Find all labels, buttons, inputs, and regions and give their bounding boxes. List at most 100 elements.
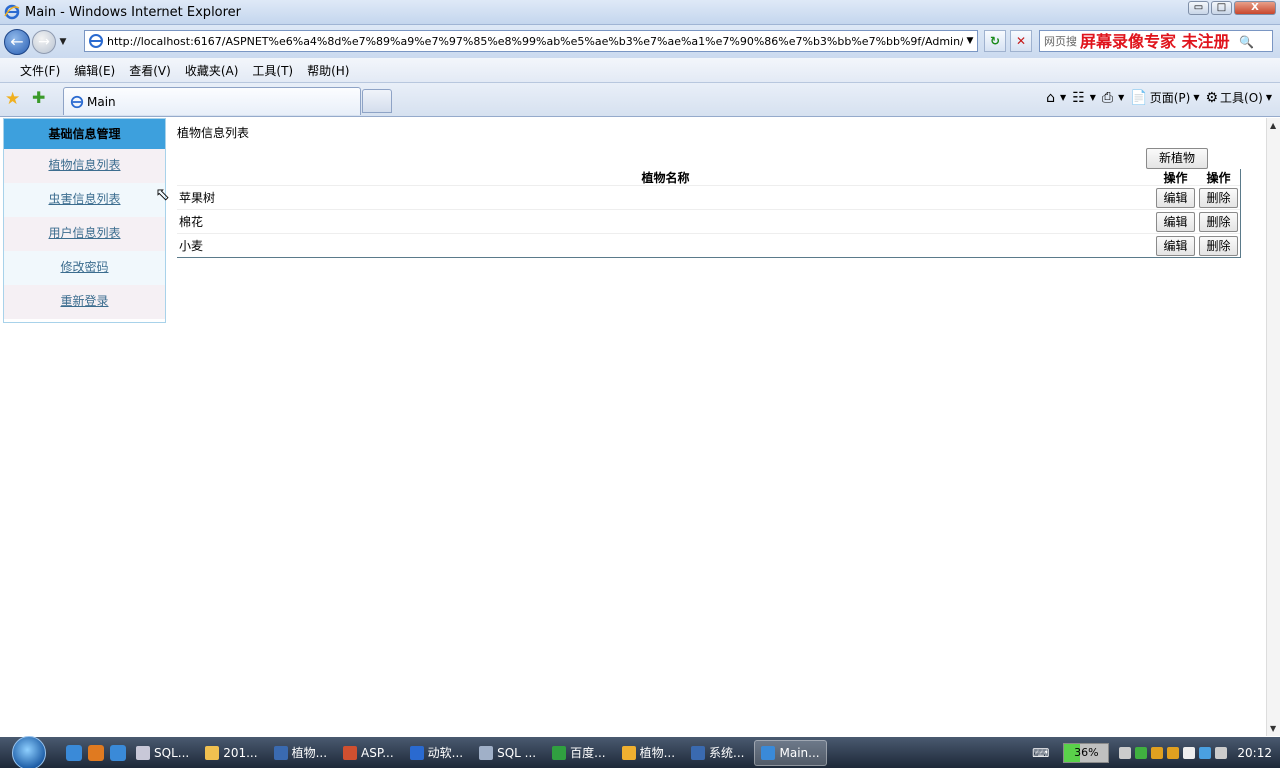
- taskbar-app-icon: [621, 745, 636, 760]
- taskbar-button-label: 百度...: [570, 746, 606, 760]
- window-titlebar: Main - Windows Internet Explorer ▭ □ X: [0, 0, 1280, 25]
- new-tab-button[interactable]: [362, 89, 392, 113]
- quick-ie-icon[interactable]: [66, 744, 82, 761]
- menu-help[interactable]: 帮助(H): [300, 62, 356, 79]
- tab-toolbar: ★ ✚ Main ⌂ ▼ ☷ ▼ ⎙ ▼ 📄 页面(P) ▼ ⚙ 工具(O) ▼: [0, 83, 1280, 117]
- table-row: 棉花 编辑 删除: [177, 209, 1240, 233]
- taskbar-button[interactable]: SQL...: [130, 740, 195, 766]
- taskbar-button-label: SQL ...: [497, 745, 537, 760]
- edit-button[interactable]: 编辑: [1156, 187, 1195, 208]
- start-button[interactable]: [12, 735, 46, 768]
- admin-sidebar: 基础信息管理 植物信息列表 虫害信息列表 用户信息列表 修改密码 重新登录: [3, 118, 166, 323]
- tab-label: Main: [87, 94, 116, 109]
- back-button[interactable]: ←: [4, 28, 30, 55]
- menu-tools[interactable]: 工具(T): [245, 62, 300, 79]
- refresh-button[interactable]: ↻: [984, 30, 1006, 52]
- maximize-button[interactable]: □: [1211, 1, 1232, 15]
- taskbar-button-label: 植物...: [291, 746, 328, 760]
- mouse-cursor-icon: ⬁: [155, 184, 171, 205]
- taskbar-button-label: 系统...: [709, 746, 745, 760]
- page-menu-button[interactable]: 📄 页面(P) ▼: [1130, 89, 1199, 106]
- add-favorite-icon[interactable]: ✚: [32, 88, 45, 107]
- favorites-star-icon[interactable]: ★: [5, 89, 20, 109]
- page-title: 植物信息列表: [177, 126, 250, 140]
- tab-main[interactable]: Main: [63, 87, 361, 115]
- ie-logo-icon: [4, 4, 20, 20]
- taskbar-button[interactable]: 201...: [199, 740, 263, 766]
- address-bar[interactable]: http://localhost:6167/ASPNET%e6%a4%8d%e7…: [84, 30, 978, 52]
- command-bar: ⌂ ▼ ☷ ▼ ⎙ ▼ 📄 页面(P) ▼ ⚙ 工具(O) ▼: [1046, 89, 1272, 106]
- print-button[interactable]: ⎙ ▼: [1102, 90, 1124, 106]
- vertical-scrollbar[interactable]: ▲ ▼: [1266, 118, 1280, 736]
- address-dropdown-icon[interactable]: ▼: [963, 36, 977, 46]
- quick-ie2-icon[interactable]: [110, 744, 126, 761]
- feeds-button[interactable]: ☷ ▼: [1072, 90, 1096, 106]
- page-menu-icon: 📄: [1130, 89, 1148, 106]
- taskbar-button-label: 动软...: [427, 746, 464, 760]
- tray-icon[interactable]: [1167, 746, 1180, 759]
- minimize-button[interactable]: ▭: [1188, 1, 1209, 15]
- stop-button[interactable]: ✕: [1010, 30, 1032, 52]
- taskbar-app-icon: [136, 745, 150, 760]
- tray-icons: [1119, 746, 1228, 759]
- sidebar-item-relogin: 重新登录: [4, 285, 165, 319]
- tray-icon[interactable]: [1183, 746, 1196, 759]
- taskbar-button-label: SQL...: [154, 745, 190, 760]
- edit-button[interactable]: 编辑: [1156, 211, 1195, 232]
- taskbar-app-icon: [343, 745, 358, 760]
- taskbar-app-icon: [761, 745, 776, 760]
- taskbar-button[interactable]: ASP...: [337, 740, 400, 766]
- menu-edit[interactable]: 编辑(E): [67, 62, 122, 79]
- taskbar-button-label: ASP...: [361, 745, 394, 760]
- forward-button[interactable]: →: [32, 29, 56, 54]
- tray-icon[interactable]: [1151, 746, 1164, 759]
- tray-icon[interactable]: [1199, 746, 1212, 759]
- taskbar-app-icon: [273, 745, 288, 760]
- taskbar-button[interactable]: 植物...: [268, 740, 333, 766]
- home-button[interactable]: ⌂ ▼: [1046, 90, 1066, 106]
- tray-icon[interactable]: [1215, 746, 1228, 759]
- delete-button[interactable]: 删除: [1199, 235, 1238, 256]
- menu-bar: 文件(F) 编辑(E) 查看(V) 收藏夹(A) 工具(T) 帮助(H): [0, 58, 1280, 83]
- sidebar-link-change-password[interactable]: 修改密码: [60, 260, 108, 274]
- gear-icon: ⚙: [1205, 89, 1219, 106]
- sidebar-link-pests[interactable]: 虫害信息列表: [48, 192, 120, 206]
- scroll-up-icon[interactable]: ▲: [1270, 121, 1276, 130]
- tray-icon[interactable]: [1119, 746, 1132, 759]
- tools-menu-button[interactable]: ⚙ 工具(O) ▼: [1205, 89, 1272, 106]
- taskbar-app-icon: [409, 745, 424, 760]
- sidebar-link-relogin[interactable]: 重新登录: [60, 294, 108, 308]
- taskbar-button[interactable]: SQL ...: [473, 740, 542, 766]
- tray-icon[interactable]: [1135, 746, 1148, 759]
- page-menu-label: 页面(P): [1149, 91, 1191, 105]
- menu-file[interactable]: 文件(F): [13, 62, 67, 79]
- plant-name: 小麦: [179, 239, 204, 253]
- taskbar-button[interactable]: 动软...: [404, 740, 469, 766]
- new-plant-button[interactable]: 新植物: [1146, 148, 1208, 169]
- close-button[interactable]: X: [1234, 1, 1276, 15]
- scroll-down-icon[interactable]: ▼: [1270, 724, 1276, 733]
- recorder-watermark: 屏幕录像专家 未注册: [1080, 32, 1230, 51]
- quick-browser-icon[interactable]: [88, 744, 104, 761]
- delete-button[interactable]: 删除: [1199, 211, 1238, 232]
- edit-button[interactable]: 编辑: [1156, 235, 1195, 256]
- sidebar-link-plants[interactable]: 植物信息列表: [48, 158, 120, 172]
- menu-view[interactable]: 查看(V): [122, 62, 178, 79]
- sidebar-header: 基础信息管理: [4, 119, 165, 149]
- history-dropdown-icon[interactable]: ▼: [56, 37, 70, 47]
- taskbar-button[interactable]: 百度...: [546, 740, 611, 766]
- taskbar-button-label: 植物...: [639, 746, 676, 760]
- url-text[interactable]: http://localhost:6167/ASPNET%e6%a4%8d%e7…: [107, 35, 963, 48]
- delete-button[interactable]: 删除: [1199, 187, 1238, 208]
- clock: 20:12: [1237, 745, 1272, 760]
- search-icon[interactable]: 🔍: [1239, 35, 1254, 49]
- taskbar-button[interactable]: Main...: [754, 739, 827, 766]
- sidebar-link-users[interactable]: 用户信息列表: [48, 226, 120, 240]
- keyboard-icon[interactable]: ⌨: [1032, 746, 1049, 760]
- printer-icon: ⎙: [1101, 89, 1114, 106]
- taskbar-button[interactable]: 系统...: [685, 740, 750, 766]
- search-placeholder: 网页搜: [1044, 35, 1077, 48]
- menu-favorites[interactable]: 收藏夹(A): [178, 62, 246, 79]
- sidebar-item-change-password: 修改密码: [4, 251, 165, 285]
- taskbar-button[interactable]: 植物...: [616, 740, 681, 766]
